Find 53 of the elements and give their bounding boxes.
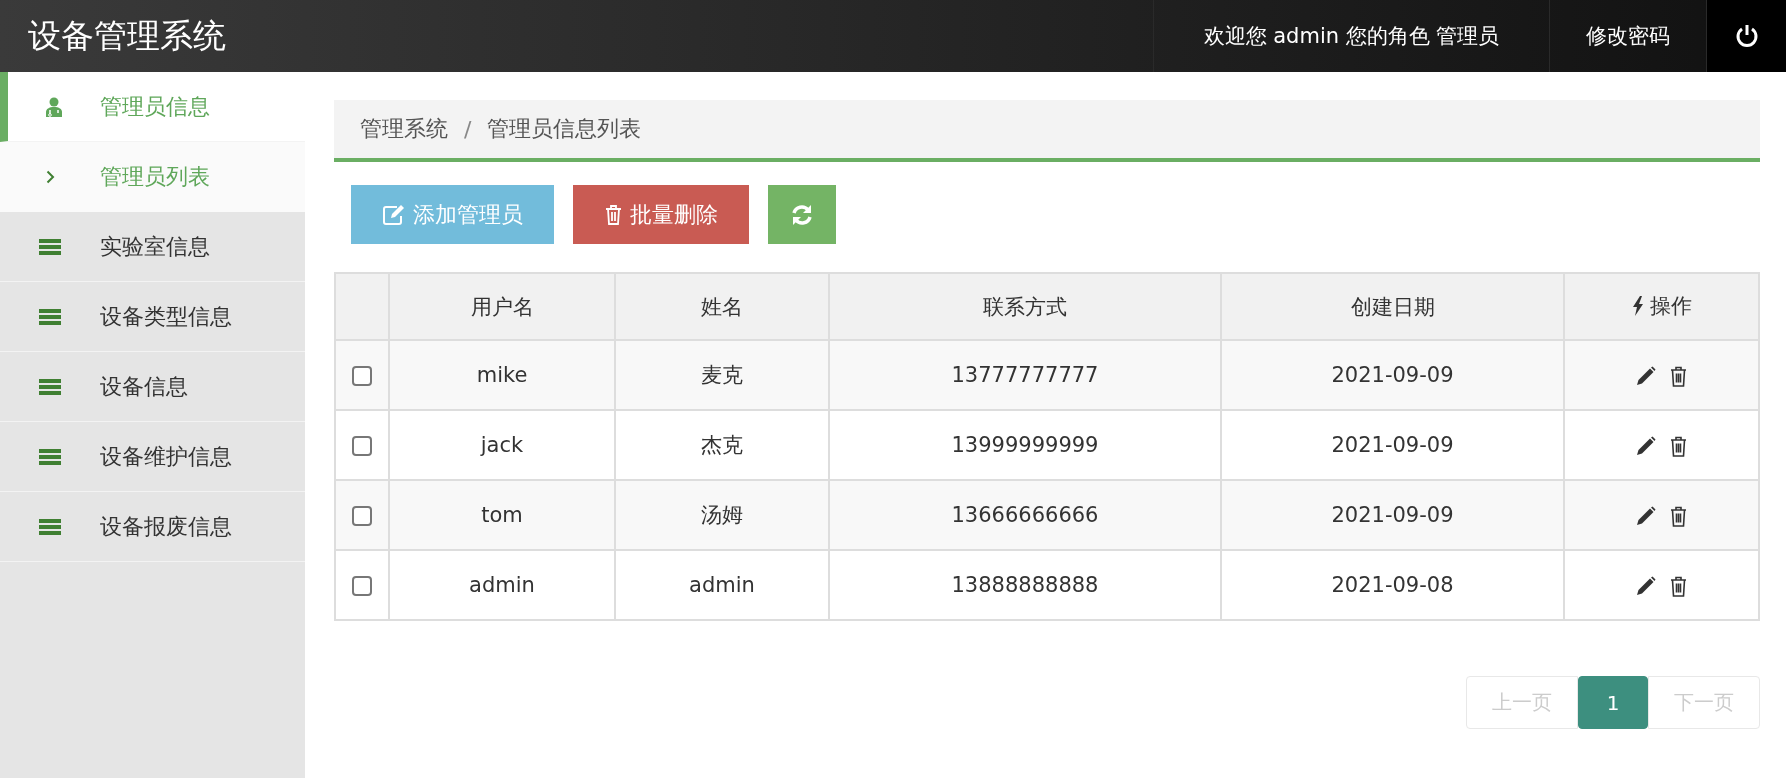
user-icon <box>45 96 63 117</box>
row-checkbox[interactable] <box>352 366 372 386</box>
header-cell: 联系方式 <box>829 273 1221 340</box>
header-cell: 用户名 <box>389 273 615 340</box>
table-cell: 13666666666 <box>829 480 1221 550</box>
header-cell: 姓名 <box>615 273 829 340</box>
lightning-icon <box>1631 296 1644 316</box>
column-label: 操作 <box>1649 293 1692 320</box>
sidebar-item[interactable]: 设备维护信息 <box>0 422 305 492</box>
pencil-icon[interactable] <box>1636 576 1656 596</box>
trash-icon <box>604 204 622 225</box>
menu-icon <box>39 447 61 466</box>
menu-icon <box>39 377 61 396</box>
table-cell: 2021-09-08 <box>1221 550 1564 620</box>
row-checkbox[interactable] <box>352 576 372 596</box>
table-cell: admin <box>389 550 615 620</box>
page-button[interactable]: 1 <box>1578 676 1648 729</box>
row-checkbox[interactable] <box>352 506 372 526</box>
sidebar-item[interactable]: 实验室信息 <box>0 212 305 282</box>
table-cell: mike <box>389 340 615 410</box>
table-cell: tom <box>389 480 615 550</box>
sidebar-item[interactable]: 设备类型信息 <box>0 282 305 352</box>
menu-icon <box>39 517 61 536</box>
breadcrumb-item[interactable]: 管理系统 <box>360 114 448 144</box>
edit-icon <box>382 204 405 225</box>
pencil-icon[interactable] <box>1636 366 1656 386</box>
pencil-icon[interactable] <box>1636 506 1656 526</box>
trash-icon[interactable] <box>1670 365 1687 387</box>
table-cell: admin <box>615 550 829 620</box>
trash-icon[interactable] <box>1670 575 1687 597</box>
chevron-right-icon <box>45 170 55 184</box>
table-cell: 汤姆 <box>615 480 829 550</box>
trash-icon[interactable] <box>1670 505 1687 527</box>
power-icon[interactable] <box>1734 24 1759 48</box>
sidebar-item[interactable]: 设备信息 <box>0 352 305 422</box>
trash-icon[interactable] <box>1670 435 1687 457</box>
sidebar-item[interactable]: 设备报废信息 <box>0 492 305 562</box>
table-cell: 2021-09-09 <box>1221 340 1564 410</box>
breadcrumb-separator: / <box>464 116 472 142</box>
app-title: 设备管理系统 <box>27 14 227 57</box>
refresh-icon <box>791 203 813 226</box>
header-cell: 创建日期 <box>1221 273 1564 340</box>
row-checkbox[interactable] <box>352 436 372 456</box>
pencil-icon[interactable] <box>1636 436 1656 456</box>
breadcrumb-item: 管理员信息列表 <box>487 115 642 143</box>
table-cell: 13888888888 <box>829 550 1221 620</box>
menu-icon <box>39 307 61 326</box>
table-cell: 13777777777 <box>829 340 1221 410</box>
delete-button[interactable]: 批量删除 <box>573 185 749 244</box>
table-cell: 麦克 <box>615 340 829 410</box>
menu-icon <box>39 237 61 256</box>
table-cell: 2021-09-09 <box>1221 480 1564 550</box>
welcome-text: 欢迎您 admin 您的角色 管理员 <box>1153 0 1549 72</box>
